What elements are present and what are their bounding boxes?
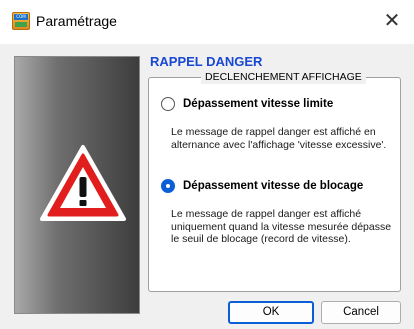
- close-button[interactable]: ✕: [370, 2, 414, 40]
- app-icon-bar: [15, 22, 27, 27]
- groupbox-title: DECLENCHEMENT AFFICHAGE: [201, 70, 366, 84]
- radio-blocking-speed[interactable]: [161, 179, 175, 193]
- option-blocking-speed-label[interactable]: Dépassement vitesse de blocage: [183, 178, 363, 194]
- cancel-button[interactable]: Cancel: [321, 301, 401, 324]
- warning-triangle-icon: [40, 145, 126, 221]
- window-title: Paramétrage: [36, 13, 117, 29]
- sidebar-image: [14, 56, 140, 314]
- app-icon: COM: [12, 12, 30, 30]
- trigger-groupbox: DECLENCHEMENT AFFICHAGE Dépassement vite…: [148, 70, 401, 292]
- dialog-body: RAPPEL DANGER DECLENCHEMENT AFFICHAGE Dé…: [0, 44, 414, 329]
- title-bar: COM Paramétrage ✕: [0, 0, 414, 44]
- radio-speed-limit[interactable]: [161, 97, 175, 111]
- ok-button[interactable]: OK: [228, 301, 314, 324]
- option-speed-limit-label[interactable]: Dépassement vitesse limite: [183, 96, 333, 112]
- option-blocking-speed-description: Le message de rappel danger est affiché …: [171, 208, 392, 245]
- section-heading: RAPPEL DANGER: [150, 54, 263, 69]
- app-icon-label: COM: [14, 14, 28, 20]
- option-speed-limit-description: Le message de rappel danger est affiché …: [171, 126, 387, 151]
